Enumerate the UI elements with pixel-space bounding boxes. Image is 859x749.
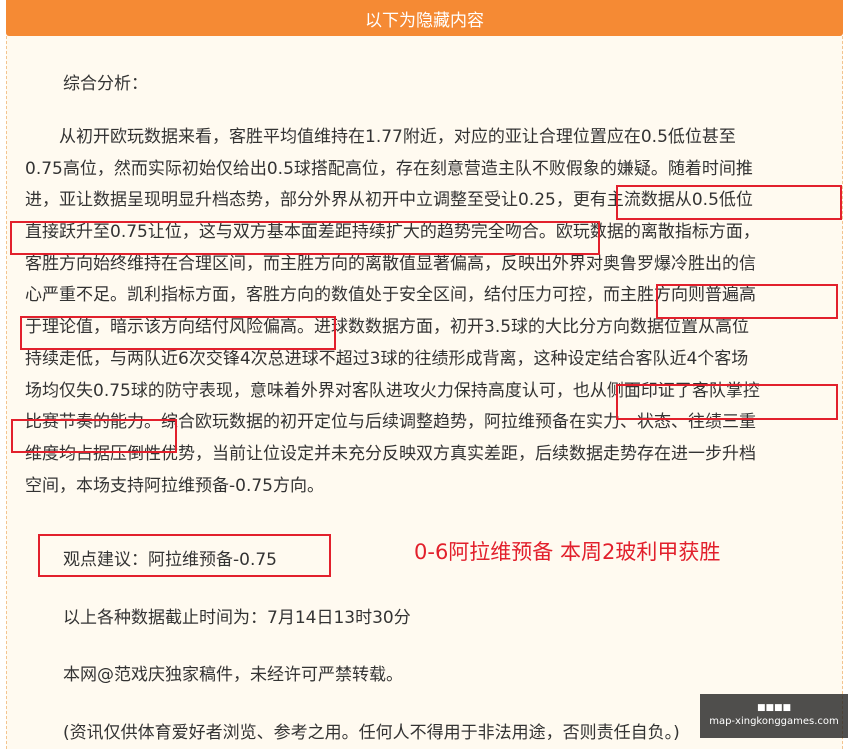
watermark-logo-icon: ■■■■ [756,703,791,713]
paragraph-line: 直接跃升至0.75让位，这与双方基本面差距持续扩大的趋势完全吻合。欧玩数据的离散… [25,222,760,243]
paragraph-line: 心严重不足。凯利指标方面，客胜方向的数值处于安全区间，结付压力可控，而主胜方向则… [25,285,756,306]
hidden-content-header: 以下为隐藏内容 [6,0,843,36]
paragraph-line: 维度均占据压倒性优势，当前让位设定并未充分反映双方真实差距，后续数据走势存在进一… [25,443,756,464]
analysis-paragraph: 从初开欧玩数据来看，客胜平均值维持在1.77附近，对应的亚让合理位置应在0.5低… [25,122,830,502]
paragraph-line: 从初开欧玩数据来看，客胜平均值维持在1.77附近，对应的亚让合理位置应在0.5低… [25,127,736,147]
data-cutoff-time: 以上各种数据截止时间为：7月14日13时30分 [63,608,411,628]
site-watermark: ■■■■ map-xingkonggames.com [700,694,848,738]
paragraph-line: 0.75高位，然而实际初始仅给出0.5球搭配高位，存在刻意营造主队不败假象的嫌疑… [25,158,753,179]
paragraph-line: 场均仅失0.75球的防守表现，意味着外界对客队进攻火力保持高度认可，也从侧面印证… [25,380,760,401]
recommendation: 观点建议：阿拉维预备-0.75 [63,550,277,570]
paragraph-line: 客胜方向始终维持在合理区间，而主胜方向的离散值显著偏高，反映出外界对奥鲁罗爆冷胜… [25,253,756,274]
result-note: 0-6阿拉维预备 本周2玻利甲获胜 [414,540,721,564]
paragraph-line: 比赛节奏的能力。综合欧玩数据的初开定位与后续调整趋势，阿拉维预备在实力、状态、往… [25,412,756,433]
watermark-text: map-xingkonggames.com [709,716,839,727]
paragraph-line: 持续走低，与两队近6次交锋4次总进球不超过3球的往绩形成背离，这种设定结合客队近… [25,348,749,369]
copyright-notice: 本网@范戏庆独家稿件，未经许可严禁转载。 [63,665,403,685]
paragraph-line: 于理论值，暗示该方向结付风险偏高。进球数数据方面，初开3.5球的大比分方向数据位… [25,317,750,338]
section-title: 综合分析： [63,74,148,94]
paragraph-line: 空间，本场支持阿拉维预备-0.75方向。 [25,475,324,496]
header-title: 以下为隐藏内容 [365,10,484,31]
paragraph-line: 进，亚让数据呈现明显升档态势，部分外界从初开中立调整至受让0.25，更有主流数据… [25,190,753,211]
disclaimer: (资讯仅供体育爱好者浏览、参考之用。任何人不得用于非法用途，否则责任自负。) [63,723,680,743]
